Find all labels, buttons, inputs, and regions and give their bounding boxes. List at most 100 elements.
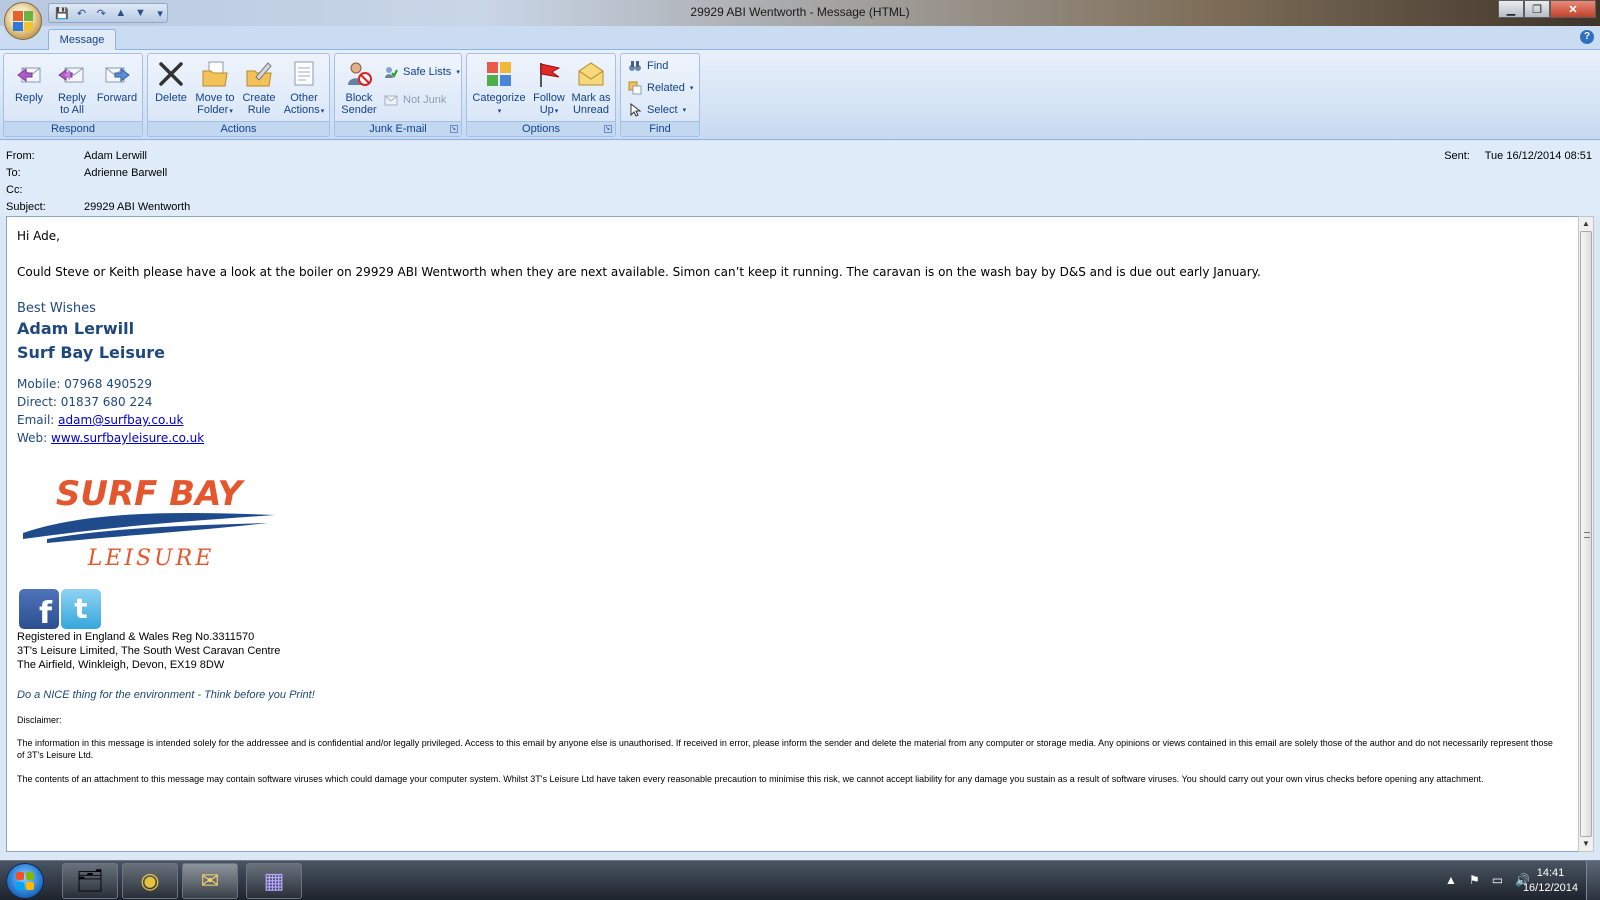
delete-button[interactable]: Delete (150, 56, 192, 120)
action-center-flag-icon[interactable]: ⚑ (1469, 873, 1480, 887)
office-button[interactable] (4, 2, 42, 40)
follow-up-button[interactable]: Follow Up▾ (529, 56, 569, 120)
sent-row: Sent: Tue 16/12/2014 08:51 (1444, 150, 1592, 162)
web-link[interactable]: www.surfbayleisure.co.uk (51, 431, 204, 445)
group-respond-label: Respond (4, 121, 142, 136)
surf-bay-logo: SURF BAY LEISURE (23, 474, 275, 571)
options-dialog-launcher-icon[interactable]: ↘ (604, 125, 612, 133)
follow-label-line2: Up (539, 104, 554, 116)
mark-as-unread-button[interactable]: Mark as Unread (569, 56, 613, 120)
other-label-line2: Actions (283, 104, 320, 116)
office-logo-icon (13, 11, 33, 31)
categorize-label-text: Categorize (472, 92, 526, 104)
close-button[interactable]: ✕ (1550, 0, 1596, 18)
group-options-label: Options (467, 121, 615, 136)
create-rule-icon (243, 58, 275, 90)
message-header: From: Adam Lerwill To: Adrienne Barwell … (0, 141, 1600, 216)
scroll-down-icon[interactable]: ▼ (1581, 839, 1591, 849)
move-to-folder-label: Move to Folder▾ (195, 92, 234, 118)
signature-email-row: Email: adam@surfbay.co.uk (17, 413, 183, 427)
signature-wishes: Best Wishes (17, 301, 96, 316)
not-junk-label: Not Junk (403, 94, 447, 106)
safe-lists-icon (383, 64, 399, 80)
title-bar: 💾 ↶ ↷ ▲ ▼ ▾ 29929 ABI Wentworth - Messag… (0, 0, 1600, 26)
rule-label-line2: Rule (247, 104, 271, 116)
clock[interactable]: 14:41 16/12/2014 (1523, 866, 1578, 896)
move-to-folder-button[interactable]: Move to Folder▾ (192, 56, 238, 120)
scroll-up-icon[interactable]: ▲ (1581, 219, 1591, 229)
forward-button[interactable]: Forward (94, 56, 140, 120)
start-button[interactable] (6, 863, 44, 899)
delete-icon (155, 58, 187, 90)
show-hidden-icons-icon[interactable]: ▲ (1445, 873, 1457, 887)
message-body[interactable]: Hi Ade, Could Steve or Keith please have… (6, 216, 1580, 852)
email-link[interactable]: adam@surfbay.co.uk (58, 413, 183, 427)
taskbar-explorer-icon[interactable]: 🗂 (62, 863, 118, 899)
select-label: Select (647, 104, 678, 116)
email-label: Email: (17, 413, 59, 427)
subject-value: 29929 ABI Wentworth (84, 201, 191, 213)
find-label: Find (647, 60, 669, 72)
clock-time: 14:41 (1536, 867, 1565, 879)
taskbar-app-icon[interactable]: ▦ (246, 863, 302, 899)
block-label-line1: Block (345, 92, 373, 104)
show-desktop-button[interactable] (1586, 861, 1600, 900)
create-rule-button[interactable]: Create Rule (238, 56, 280, 120)
window-title: 29929 ABI Wentworth - Message (HTML) (690, 5, 910, 19)
related-button[interactable]: Related ▾ (627, 79, 693, 97)
other-actions-label: Other Actions▾ (284, 92, 325, 118)
group-find: Find Related ▾ Select ▾ Find (620, 53, 700, 137)
flag-icon (533, 58, 565, 90)
subject-label: Subject: (6, 201, 46, 213)
group-respond: Reply Reply to All Forward Respond (3, 53, 143, 137)
greeting: Hi Ade, (17, 229, 60, 243)
other-actions-icon (288, 58, 320, 90)
other-dropdown-icon: ▾ (320, 108, 325, 115)
twitter-icon[interactable]: t (61, 589, 101, 629)
junk-dialog-launcher-icon[interactable]: ↘ (450, 125, 458, 133)
taskbar-outlook-icon[interactable]: ✉ (182, 863, 238, 899)
scroll-grip-icon (1584, 532, 1590, 538)
safe-lists-button[interactable]: Safe Lists ▾ (383, 63, 460, 81)
reply-all-label-line2: to All (60, 104, 84, 116)
ribbon: Reply Reply to All Forward Respond Delete (0, 50, 1600, 140)
windows-logo-icon (16, 872, 34, 890)
select-button[interactable]: Select ▾ (627, 101, 686, 119)
mark-label-line1: Mark as (571, 92, 611, 104)
select-dropdown-icon: ▾ (682, 107, 687, 114)
block-sender-button[interactable]: Block Sender (337, 56, 381, 120)
find-button[interactable]: Find (627, 57, 668, 75)
to-value[interactable]: Adrienne Barwell (84, 167, 167, 179)
scroll-thumb[interactable] (1580, 231, 1592, 837)
registration-line-1: Registered in England & Wales Reg No.331… (17, 631, 255, 643)
reply-button[interactable]: Reply (8, 56, 50, 120)
reply-all-button[interactable]: Reply to All (50, 56, 94, 120)
create-rule-label: Create Rule (242, 92, 275, 116)
forward-label: Forward (96, 92, 138, 104)
related-icon (627, 80, 643, 96)
group-options: Categorize ▾ Follow Up▾ Mark as Unread Opti… (466, 53, 616, 137)
logo-line1: SURF BAY (56, 474, 246, 514)
other-label-line1: Other (290, 92, 318, 104)
minimize-button[interactable]: ▁ (1498, 0, 1524, 18)
network-icon[interactable]: ▭ (1492, 873, 1503, 887)
from-value[interactable]: Adam Lerwill (84, 150, 147, 162)
not-junk-button[interactable]: Not Junk (383, 91, 446, 109)
mark-unread-icon (575, 58, 607, 90)
reply-label: Reply (14, 92, 44, 104)
related-label: Related (647, 82, 685, 94)
categorize-button[interactable]: Categorize ▾ (469, 56, 529, 120)
help-icon[interactable]: ? (1580, 30, 1594, 44)
maximize-button[interactable]: ❐ (1524, 0, 1550, 18)
tab-message[interactable]: Message (48, 29, 116, 51)
taskbar-chrome-icon[interactable]: ◉ (122, 863, 178, 899)
registration-line-3: The Airfield, Winkleigh, Devon, EX19 8DW (17, 659, 225, 671)
facebook-glyph: f (38, 596, 52, 631)
group-actions-label: Actions (148, 121, 329, 136)
facebook-icon[interactable]: f (19, 589, 59, 631)
related-dropdown-icon: ▾ (689, 85, 694, 92)
vertical-scrollbar[interactable]: ▲ ▼ (1578, 216, 1594, 852)
web-label: Web: (17, 431, 52, 445)
follow-dropdown-icon: ▾ (554, 108, 559, 115)
other-actions-button[interactable]: Other Actions▾ (280, 56, 328, 120)
